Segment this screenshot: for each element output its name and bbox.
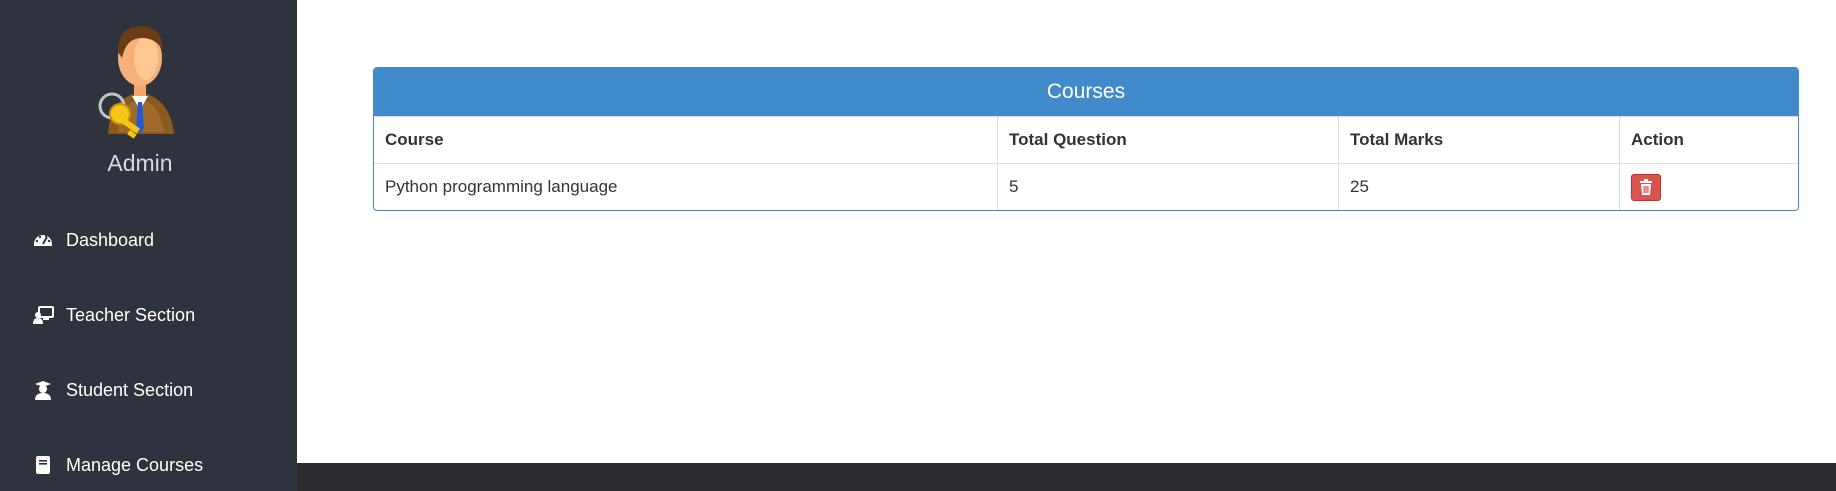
sidebar-item-label: Dashboard	[66, 229, 155, 250]
sidebar-item-dashboard[interactable]: Dashboard	[32, 225, 154, 255]
column-header-course: Course	[374, 116, 998, 164]
student-icon	[32, 379, 54, 401]
dashboard-icon	[32, 229, 54, 251]
sidebar-item-teacher-section[interactable]: Teacher Section	[32, 300, 195, 330]
cell-total-question: 5	[997, 163, 1339, 210]
sidebar-item-student-section[interactable]: Student Section	[32, 375, 193, 405]
cell-course: Python programming language	[374, 163, 998, 210]
trash-icon	[1639, 179, 1653, 195]
sidebar: Admin Dashboard Teacher Section Student …	[0, 0, 297, 491]
footer-bar	[297, 463, 1836, 491]
sidebar-item-label: Student Section	[66, 379, 194, 400]
sidebar-item-label: Teacher Section	[66, 304, 196, 325]
table-row: Python programming language 5 25	[374, 163, 1799, 211]
table-header-row: Course Total Question Total Marks Action	[374, 116, 1798, 164]
admin-avatar-icon	[90, 12, 190, 144]
teacher-icon	[32, 304, 54, 326]
cell-total-marks: 25	[1338, 163, 1620, 210]
cell-action	[1620, 164, 1799, 211]
book-icon	[32, 454, 54, 476]
panel-title: Courses	[374, 68, 1798, 116]
delete-course-button[interactable]	[1631, 173, 1661, 201]
column-header-total-question: Total Question	[997, 116, 1339, 164]
sidebar-item-manage-courses[interactable]: Manage Courses	[32, 450, 203, 480]
courses-panel: Courses Course Total Question Total Mark…	[373, 67, 1799, 211]
column-header-action: Action	[1619, 116, 1798, 164]
main-content: Courses Course Total Question Total Mark…	[297, 0, 1836, 463]
column-header-total-marks: Total Marks	[1338, 116, 1620, 164]
admin-name: Admin	[107, 150, 173, 176]
courses-table: Course Total Question Total Marks Action…	[374, 116, 1798, 210]
sidebar-item-label: Manage Courses	[66, 454, 204, 475]
